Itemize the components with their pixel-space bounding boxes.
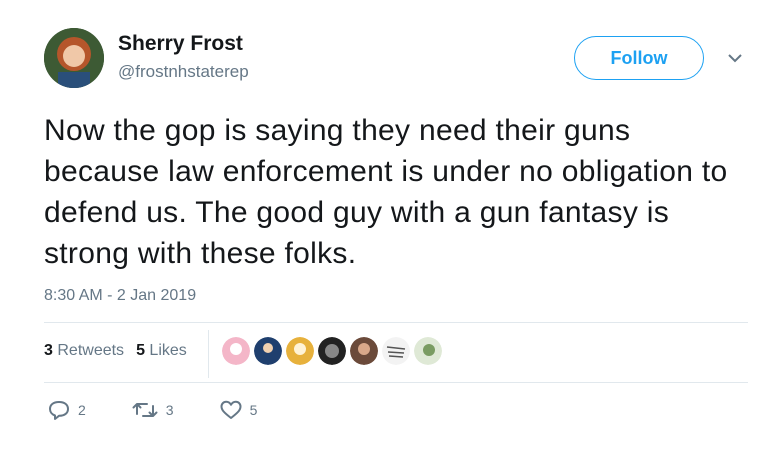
follow-button[interactable]: Follow [574,36,704,80]
liker-avatar-blue[interactable] [254,337,282,365]
liker-avatars [222,337,446,365]
tweet-text: Now the gop is saying they need their gu… [44,114,728,270]
liker-avatar-scribble[interactable] [382,337,410,365]
like-button[interactable]: 5 [220,400,258,420]
tweet-timestamp[interactable]: 8:30 AM - 2 Jan 2019 [44,287,196,305]
reply-count: 2 [78,402,86,418]
reply-button[interactable]: 2 [48,400,86,420]
author-handle[interactable]: @frostnhstaterep [118,62,249,82]
divider [44,322,748,323]
retweet-count: 3 [165,402,174,418]
retweet-icon [132,403,158,417]
reply-icon [49,401,69,420]
likes-stat[interactable]: 5 Likes [136,342,187,360]
liker-avatar-pink[interactable] [222,337,250,365]
liker-avatar-green[interactable] [414,337,442,365]
chevron-down-icon[interactable] [726,52,744,64]
like-count: 5 [249,402,258,418]
stats-separator [208,330,209,378]
engagement-stats: 3 Retweets 5 Likes [44,342,187,360]
heart-icon [220,400,242,419]
author-name[interactable]: Sherry Frost [118,32,243,56]
retweets-stat[interactable]: 3 Retweets [44,342,124,360]
retweet-button[interactable]: 3 [132,400,174,420]
tweet-actions: 2 3 5 [48,400,303,420]
author-avatar[interactable] [44,28,104,88]
liker-avatar-yellow[interactable] [286,337,314,365]
liker-avatar-dark[interactable] [318,337,346,365]
divider [44,382,748,383]
liker-avatar-brown[interactable] [350,337,378,365]
